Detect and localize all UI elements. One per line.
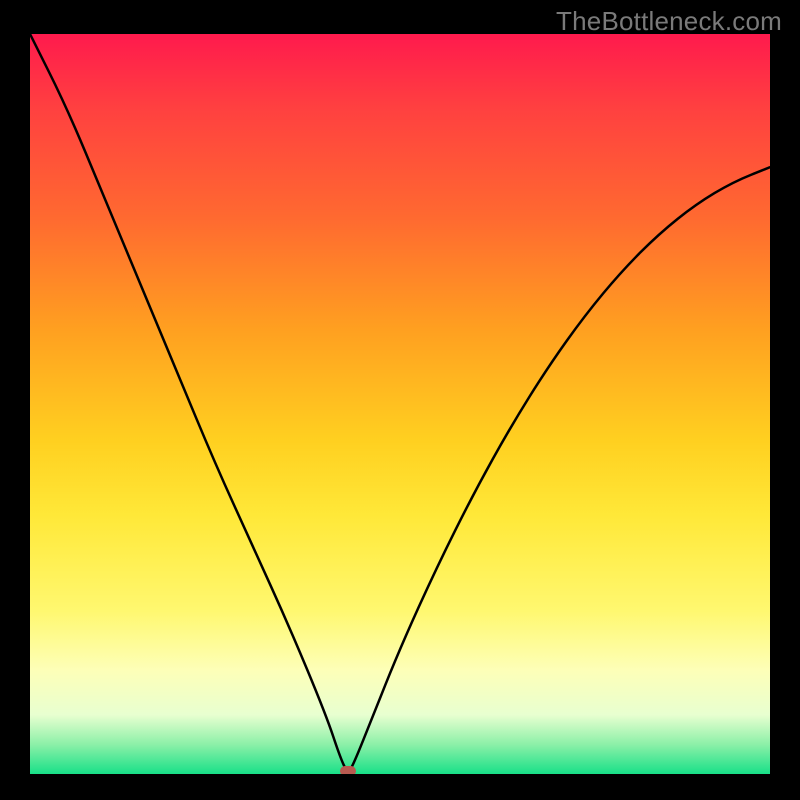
chart-frame: TheBottleneck.com: [0, 0, 800, 800]
plot-area: [30, 34, 770, 774]
watermark-text: TheBottleneck.com: [556, 6, 782, 37]
bottleneck-curve: [30, 34, 770, 774]
notch-marker: [340, 766, 356, 774]
